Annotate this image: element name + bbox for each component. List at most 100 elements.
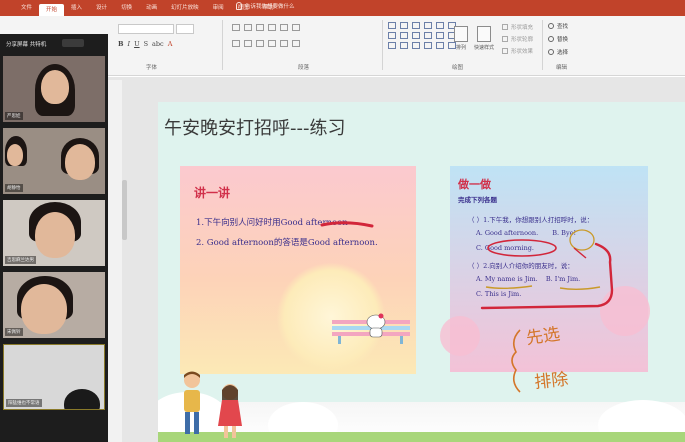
- participant-video-tile[interactable]: 阳猛维也不常语: [3, 344, 105, 410]
- text-direction-icon[interactable]: [292, 24, 300, 31]
- participant-video-tile[interactable]: 严思娃: [3, 56, 105, 122]
- q1-option-c[interactable]: C. Good morning.: [476, 244, 534, 252]
- paragraph-group-label: 段落: [298, 65, 310, 71]
- align-left-icon[interactable]: [232, 40, 240, 47]
- justify-icon[interactable]: [268, 40, 276, 47]
- participant-video-tile[interactable]: 吉思麻兰达男: [3, 200, 105, 266]
- align-center-icon[interactable]: [244, 40, 252, 47]
- participant-face: [65, 144, 95, 180]
- tab-animations[interactable]: 动画: [139, 2, 164, 14]
- shapes-gallery[interactable]: [388, 22, 457, 49]
- tab-slideshow[interactable]: 幻灯片放映: [164, 2, 206, 14]
- shape-icon[interactable]: [388, 32, 396, 39]
- children-illustration: [184, 371, 242, 438]
- participant-video-tile[interactable]: 宋佩铃: [3, 272, 105, 338]
- quick-styles-button[interactable]: 快速样式: [474, 26, 494, 51]
- participant-name: 宋佩铃: [5, 328, 23, 336]
- font-format-row: B I U S abc A: [118, 40, 172, 48]
- numbering-icon[interactable]: [244, 24, 252, 31]
- italic-button[interactable]: I: [128, 40, 131, 48]
- q1-option-a[interactable]: A. Good afternoon.: [476, 229, 538, 237]
- tab-insert[interactable]: 插入: [64, 2, 89, 14]
- fill-icon: [502, 24, 508, 30]
- participant-face: [7, 144, 23, 166]
- shape-icon[interactable]: [424, 42, 432, 49]
- replace-icon: [548, 36, 554, 42]
- ribbon-tabs: 文件 开始 插入 设计 切换 动画 幻灯片放映 审阅 视图 帮助: [0, 0, 685, 16]
- font-color-button[interactable]: A: [168, 40, 173, 48]
- practice-panel[interactable]: 做一做 完成下列各题 （ ）1.下午我，你想跟别人打招呼时，说： A. Good…: [440, 166, 650, 372]
- smartart-icon[interactable]: [292, 40, 300, 47]
- shape-icon[interactable]: [436, 42, 444, 49]
- shape-icon[interactable]: [436, 22, 444, 29]
- participant-face: [41, 70, 69, 104]
- thumbnail-scrollbar[interactable]: [122, 180, 127, 240]
- tell-me-search[interactable]: 告诉我你想要做什么: [236, 2, 295, 10]
- bold-button[interactable]: B: [118, 40, 124, 48]
- bullets-icon[interactable]: [232, 24, 240, 31]
- shape-effects-label: 形状效果: [511, 49, 534, 55]
- search-icon: [548, 23, 554, 29]
- char-spacing-button[interactable]: abc: [152, 40, 164, 48]
- underline-button[interactable]: U: [134, 40, 139, 48]
- question-2: （ ）2.向别人介绍你的朋友时，说：: [468, 262, 574, 270]
- arrange-icon: [454, 26, 468, 42]
- replace-button[interactable]: 替换: [548, 35, 568, 43]
- columns-icon[interactable]: [280, 40, 288, 47]
- arrange-label: 排列: [455, 45, 466, 51]
- shape-icon[interactable]: [400, 22, 408, 29]
- shape-outline-button[interactable]: 形状轮廓: [502, 35, 533, 43]
- align-right-icon[interactable]: [256, 40, 264, 47]
- shape-icon[interactable]: [400, 32, 408, 39]
- blossom-tree: [440, 316, 480, 356]
- tab-review[interactable]: 审阅: [206, 2, 231, 14]
- arrange-button[interactable]: 排列: [454, 26, 468, 51]
- video-meeting-panel[interactable]: 分享屏幕 共特机 严思娃 胡静怡 吉思麻兰达男 宋佩铃 阳猛维也不常语: [0, 34, 108, 442]
- kitty-bench-illustration: [332, 313, 410, 344]
- find-button[interactable]: 查找: [548, 22, 568, 30]
- tab-home[interactable]: 开始: [39, 4, 65, 16]
- tab-transitions[interactable]: 切换: [114, 2, 139, 14]
- participant-name: 吉思麻兰达男: [5, 256, 36, 264]
- line-spacing-icon[interactable]: [280, 24, 288, 31]
- shape-effects-button[interactable]: 形状效果: [502, 47, 533, 55]
- practice-heading: 做一做: [458, 178, 491, 191]
- increase-indent-icon[interactable]: [268, 24, 276, 31]
- speak-line-2: 2. Good afternoon的答语是Good afternoon.: [196, 238, 378, 248]
- meeting-header: 分享屏幕 共特机: [6, 42, 47, 48]
- question-1-options: A. Good afternoon. B. Bye!: [476, 229, 576, 237]
- drawing-group-label: 绘图: [452, 65, 464, 71]
- q1-option-b[interactable]: B. Bye!: [552, 229, 576, 237]
- font-size-field[interactable]: [176, 24, 194, 34]
- replace-label: 替换: [557, 37, 569, 43]
- slide-title[interactable]: 午安晚安打招呼---练习: [164, 114, 346, 140]
- effects-icon: [502, 48, 508, 54]
- slide-thumbnail-pane[interactable]: [108, 80, 122, 442]
- slide-canvas[interactable]: 午安晚安打招呼---练习 讲一讲 1.下午向别人问好时用Good afterno…: [158, 102, 685, 442]
- font-name-field[interactable]: [118, 24, 174, 34]
- decrease-indent-icon[interactable]: [256, 24, 264, 31]
- shape-icon[interactable]: [424, 22, 432, 29]
- shape-icon[interactable]: [388, 22, 396, 29]
- strikethrough-button[interactable]: S: [144, 40, 148, 48]
- participant-video-tile[interactable]: 胡静怡: [3, 128, 105, 194]
- speak-panel[interactable]: 讲一讲 1.下午向别人问好时用Good afternoon 2. Good af…: [180, 166, 416, 374]
- shape-icon[interactable]: [412, 42, 420, 49]
- q2-option-b[interactable]: B. I'm Jim.: [546, 275, 580, 283]
- shape-icon[interactable]: [412, 22, 420, 29]
- shape-icon[interactable]: [424, 32, 432, 39]
- shape-icon[interactable]: [436, 32, 444, 39]
- tab-design[interactable]: 设计: [89, 2, 114, 14]
- tab-file[interactable]: 文件: [14, 2, 39, 14]
- q2-option-c[interactable]: C. This is Jim.: [476, 290, 521, 298]
- group-divider: [542, 20, 543, 70]
- shape-fill-button[interactable]: 形状填充: [502, 23, 533, 31]
- select-button[interactable]: 选择: [548, 48, 568, 56]
- shape-icon[interactable]: [412, 32, 420, 39]
- meeting-control-button[interactable]: [62, 39, 84, 47]
- shape-icon[interactable]: [400, 42, 408, 49]
- shape-icon[interactable]: [388, 42, 396, 49]
- participant-name: 严思娃: [5, 112, 23, 120]
- q2-option-a[interactable]: A. My name is Jim.: [476, 275, 538, 283]
- lightbulb-icon: [236, 2, 242, 10]
